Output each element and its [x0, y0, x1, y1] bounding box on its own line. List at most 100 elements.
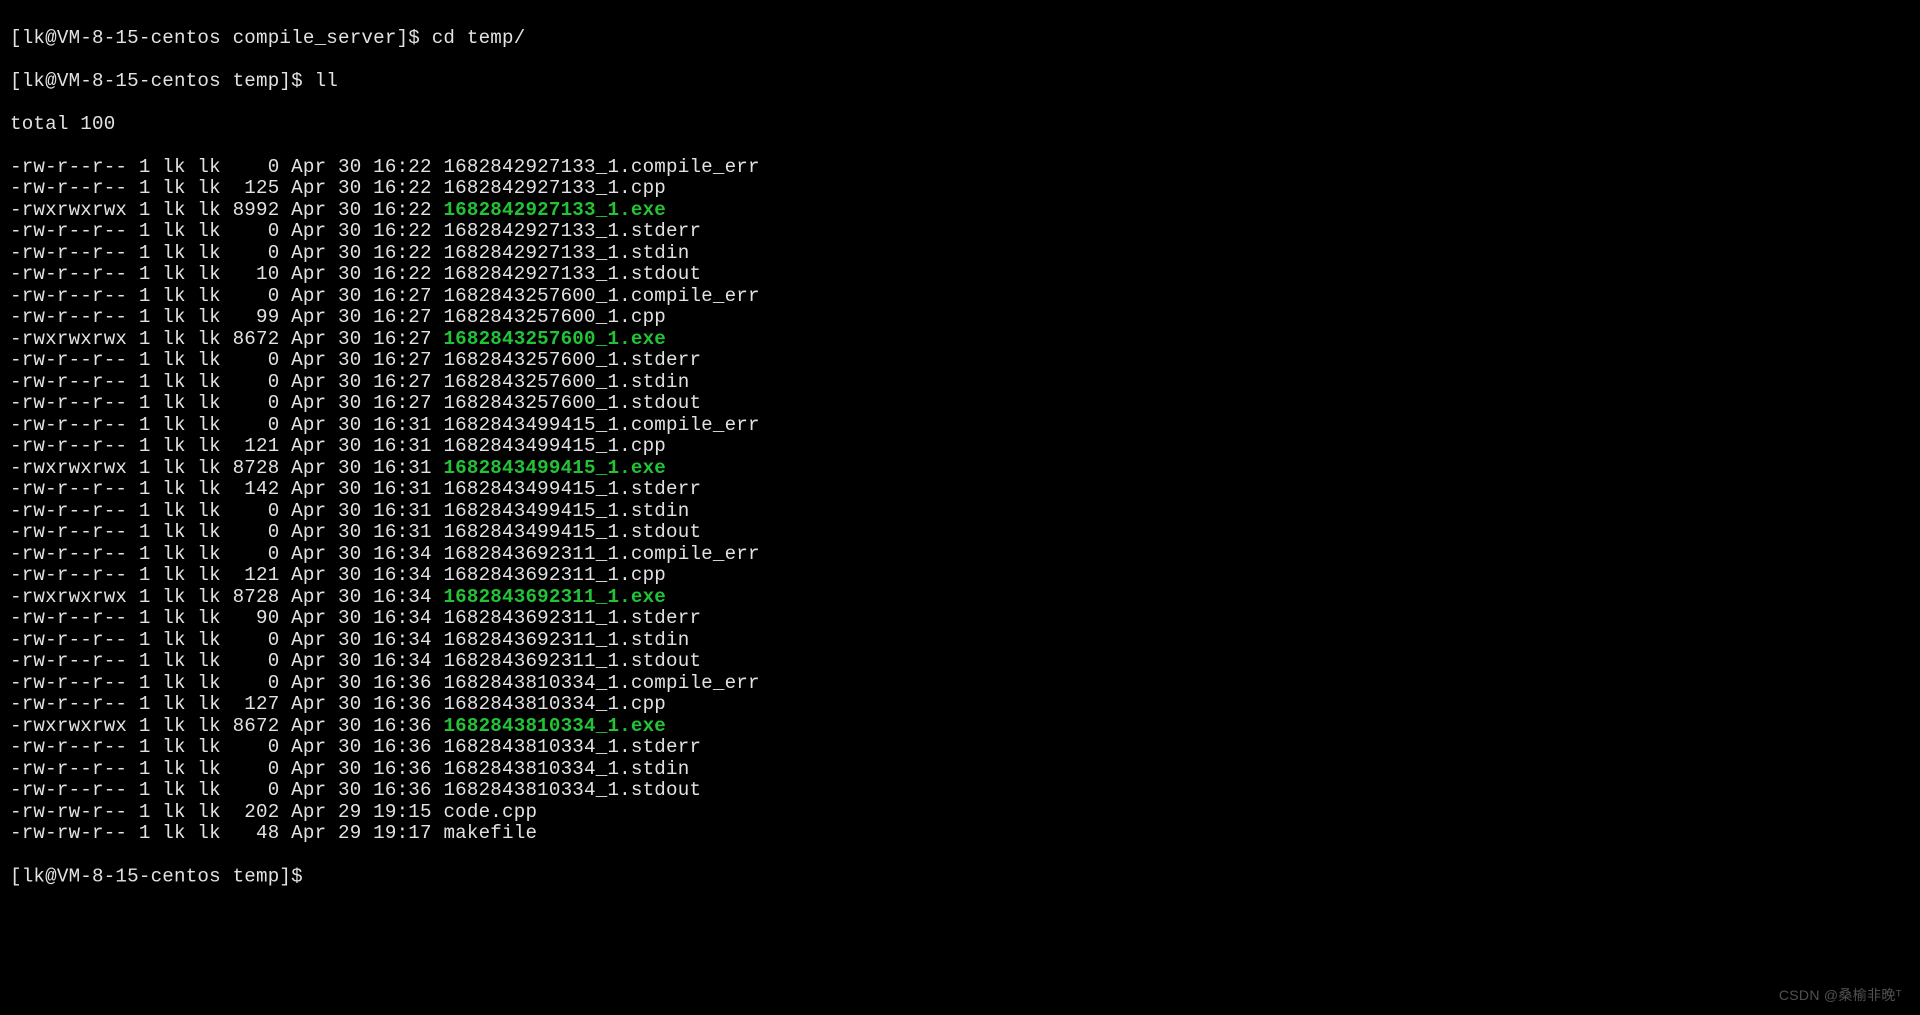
file-meta: -rw-r--r-- 1 lk lk 90 Apr 30 16:34 [10, 607, 443, 629]
file-name: code.cpp [443, 801, 537, 823]
list-item: -rw-r--r-- 1 lk lk 0 Apr 30 16:31 168284… [10, 415, 1910, 437]
file-meta: -rw-r--r-- 1 lk lk 0 Apr 30 16:31 [10, 500, 443, 522]
file-meta: -rw-r--r-- 1 lk lk 121 Apr 30 16:31 [10, 435, 443, 457]
list-item: -rw-r--r-- 1 lk lk 0 Apr 30 16:34 168284… [10, 630, 1910, 652]
list-item: -rw-rw-r-- 1 lk lk 48 Apr 29 19:17 makef… [10, 823, 1910, 845]
file-name: 1682842927133_1.exe [443, 199, 666, 221]
list-item: -rw-r--r-- 1 lk lk 0 Apr 30 16:27 168284… [10, 372, 1910, 394]
list-item: -rw-r--r-- 1 lk lk 127 Apr 30 16:36 1682… [10, 694, 1910, 716]
file-meta: -rw-r--r-- 1 lk lk 0 Apr 30 16:27 [10, 392, 443, 414]
file-meta: -rwxrwxrwx 1 lk lk 8728 Apr 30 16:31 [10, 457, 443, 479]
file-meta: -rw-r--r-- 1 lk lk 99 Apr 30 16:27 [10, 306, 443, 328]
list-item: -rw-r--r-- 1 lk lk 121 Apr 30 16:31 1682… [10, 436, 1910, 458]
list-item: -rw-r--r-- 1 lk lk 125 Apr 30 16:22 1682… [10, 178, 1910, 200]
file-meta: -rwxrwxrwx 1 lk lk 8992 Apr 30 16:22 [10, 199, 443, 221]
total-line: total 100 [10, 114, 1910, 136]
list-item: -rw-r--r-- 1 lk lk 0 Apr 30 16:31 168284… [10, 501, 1910, 523]
list-item: -rw-r--r-- 1 lk lk 0 Apr 30 16:22 168284… [10, 243, 1910, 265]
file-meta: -rwxrwxrwx 1 lk lk 8672 Apr 30 16:36 [10, 715, 443, 737]
shell-prompt: [lk@VM-8-15-centos compile_server]$ [10, 27, 432, 49]
file-name: 1682842927133_1.cpp [443, 177, 666, 199]
file-name: 1682843257600_1.cpp [443, 306, 666, 328]
file-name: 1682842927133_1.stdin [443, 242, 689, 264]
prompt-line-1: [lk@VM-8-15-centos compile_server]$ cd t… [10, 28, 1910, 50]
file-name: 1682842927133_1.stdout [443, 263, 701, 285]
file-meta: -rw-r--r-- 1 lk lk 0 Apr 30 16:27 [10, 349, 443, 371]
list-item: -rwxrwxrwx 1 lk lk 8728 Apr 30 16:34 168… [10, 587, 1910, 609]
list-item: -rwxrwxrwx 1 lk lk 8672 Apr 30 16:36 168… [10, 716, 1910, 738]
file-listing: -rw-r--r-- 1 lk lk 0 Apr 30 16:22 168284… [10, 157, 1910, 845]
file-meta: -rw-r--r-- 1 lk lk 0 Apr 30 16:31 [10, 521, 443, 543]
list-item: -rw-r--r-- 1 lk lk 0 Apr 30 16:31 168284… [10, 522, 1910, 544]
list-item: -rw-r--r-- 1 lk lk 90 Apr 30 16:34 16828… [10, 608, 1910, 630]
file-name: 1682843499415_1.exe [443, 457, 666, 479]
list-item: -rw-r--r-- 1 lk lk 99 Apr 30 16:27 16828… [10, 307, 1910, 329]
file-meta: -rwxrwxrwx 1 lk lk 8728 Apr 30 16:34 [10, 586, 443, 608]
file-meta: -rw-r--r-- 1 lk lk 121 Apr 30 16:34 [10, 564, 443, 586]
file-name: 1682843810334_1.cpp [443, 693, 666, 715]
file-name: 1682843810334_1.exe [443, 715, 666, 737]
command-text: ll [315, 70, 338, 92]
file-name: 1682843692311_1.stdout [443, 650, 701, 672]
file-name: 1682843257600_1.exe [443, 328, 666, 350]
file-meta: -rw-r--r-- 1 lk lk 0 Apr 30 16:36 [10, 758, 443, 780]
file-name: 1682843257600_1.stdout [443, 392, 701, 414]
terminal-output[interactable]: [lk@VM-8-15-centos compile_server]$ cd t… [0, 0, 1920, 910]
file-name: 1682843499415_1.cpp [443, 435, 666, 457]
list-item: -rw-r--r-- 1 lk lk 121 Apr 30 16:34 1682… [10, 565, 1910, 587]
list-item: -rw-r--r-- 1 lk lk 0 Apr 30 16:22 168284… [10, 157, 1910, 179]
file-meta: -rw-r--r-- 1 lk lk 0 Apr 30 16:36 [10, 779, 443, 801]
file-name: 1682843257600_1.stdin [443, 371, 689, 393]
file-meta: -rw-r--r-- 1 lk lk 0 Apr 30 16:27 [10, 371, 443, 393]
list-item: -rwxrwxrwx 1 lk lk 8672 Apr 30 16:27 168… [10, 329, 1910, 351]
file-name: 1682843810334_1.stdout [443, 779, 701, 801]
list-item: -rw-r--r-- 1 lk lk 0 Apr 30 16:36 168284… [10, 780, 1910, 802]
shell-prompt: [lk@VM-8-15-centos temp]$ [10, 70, 315, 92]
file-name: 1682843810334_1.stdin [443, 758, 689, 780]
file-meta: -rw-r--r-- 1 lk lk 0 Apr 30 16:22 [10, 156, 443, 178]
list-item: -rw-r--r-- 1 lk lk 0 Apr 30 16:34 168284… [10, 544, 1910, 566]
list-item: -rwxrwxrwx 1 lk lk 8992 Apr 30 16:22 168… [10, 200, 1910, 222]
file-name: 1682843499415_1.stderr [443, 478, 701, 500]
file-name: 1682843692311_1.cpp [443, 564, 666, 586]
file-meta: -rw-rw-r-- 1 lk lk 48 Apr 29 19:17 [10, 822, 443, 844]
file-meta: -rw-r--r-- 1 lk lk 10 Apr 30 16:22 [10, 263, 443, 285]
file-meta: -rw-r--r-- 1 lk lk 0 Apr 30 16:34 [10, 543, 443, 565]
file-name: 1682843692311_1.stdin [443, 629, 689, 651]
file-name: 1682843499415_1.compile_err [443, 414, 759, 436]
list-item: -rw-r--r-- 1 lk lk 0 Apr 30 16:34 168284… [10, 651, 1910, 673]
prompt-line-2: [lk@VM-8-15-centos temp]$ ll [10, 71, 1910, 93]
file-name: 1682843692311_1.stderr [443, 607, 701, 629]
list-item: -rw-r--r-- 1 lk lk 0 Apr 30 16:36 168284… [10, 759, 1910, 781]
list-item: -rw-r--r-- 1 lk lk 0 Apr 30 16:36 168284… [10, 737, 1910, 759]
file-meta: -rw-r--r-- 1 lk lk 0 Apr 30 16:36 [10, 672, 443, 694]
watermark-text: CSDN @桑榆非晚ᵀ [1779, 985, 1902, 1005]
file-name: 1682843692311_1.compile_err [443, 543, 759, 565]
file-meta: -rw-r--r-- 1 lk lk 0 Apr 30 16:36 [10, 736, 443, 758]
file-name: 1682842927133_1.stderr [443, 220, 701, 242]
list-item: -rwxrwxrwx 1 lk lk 8728 Apr 30 16:31 168… [10, 458, 1910, 480]
file-name: 1682843499415_1.stdin [443, 500, 689, 522]
list-item: -rw-r--r-- 1 lk lk 0 Apr 30 16:27 168284… [10, 350, 1910, 372]
list-item: -rw-r--r-- 1 lk lk 0 Apr 30 16:27 168284… [10, 286, 1910, 308]
file-name: 1682842927133_1.compile_err [443, 156, 759, 178]
file-meta: -rw-r--r-- 1 lk lk 0 Apr 30 16:22 [10, 242, 443, 264]
file-name: makefile [443, 822, 537, 844]
file-meta: -rw-r--r-- 1 lk lk 127 Apr 30 16:36 [10, 693, 443, 715]
file-meta: -rw-r--r-- 1 lk lk 0 Apr 30 16:34 [10, 629, 443, 651]
file-meta: -rw-r--r-- 1 lk lk 0 Apr 30 16:31 [10, 414, 443, 436]
list-item: -rw-r--r-- 1 lk lk 0 Apr 30 16:36 168284… [10, 673, 1910, 695]
file-name: 1682843257600_1.stderr [443, 349, 701, 371]
file-name: 1682843810334_1.stderr [443, 736, 701, 758]
list-item: -rw-r--r-- 1 lk lk 10 Apr 30 16:22 16828… [10, 264, 1910, 286]
list-item: -rw-rw-r-- 1 lk lk 202 Apr 29 19:15 code… [10, 802, 1910, 824]
shell-prompt: [lk@VM-8-15-centos temp]$ [10, 866, 315, 888]
list-item: -rw-r--r-- 1 lk lk 0 Apr 30 16:22 168284… [10, 221, 1910, 243]
file-meta: -rw-r--r-- 1 lk lk 0 Apr 30 16:34 [10, 650, 443, 672]
file-meta: -rwxrwxrwx 1 lk lk 8672 Apr 30 16:27 [10, 328, 443, 350]
file-meta: -rw-r--r-- 1 lk lk 0 Apr 30 16:27 [10, 285, 443, 307]
prompt-line-3[interactable]: [lk@VM-8-15-centos temp]$ [10, 866, 1910, 888]
file-name: 1682843692311_1.exe [443, 586, 666, 608]
file-meta: -rw-rw-r-- 1 lk lk 202 Apr 29 19:15 [10, 801, 443, 823]
list-item: -rw-r--r-- 1 lk lk 142 Apr 30 16:31 1682… [10, 479, 1910, 501]
